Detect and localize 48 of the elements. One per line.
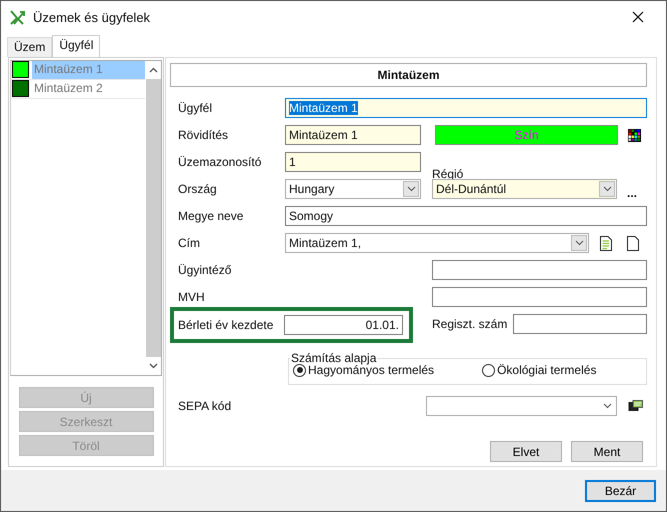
reg-number-field[interactable] bbox=[513, 314, 648, 334]
radio-button[interactable] bbox=[293, 364, 306, 376]
mvh-field[interactable] bbox=[432, 287, 647, 307]
region-dropdown[interactable]: Dél-Dunántúl bbox=[432, 179, 617, 199]
address-dropdown[interactable]: Mintaüzem 1, bbox=[285, 233, 589, 253]
field-label: Ügyfél bbox=[178, 101, 214, 115]
plant-id-field[interactable]: 1 bbox=[285, 152, 421, 172]
client-field[interactable]: Mintaüzem 1 bbox=[285, 98, 647, 118]
document-icon[interactable] bbox=[600, 236, 612, 250]
radio-label[interactable]: Hagyományos termelés bbox=[308, 363, 434, 377]
radio-label[interactable]: Ökológiai termelés bbox=[497, 363, 596, 377]
field-label: Cím bbox=[178, 236, 201, 250]
field-label: Bérleti év kezdete bbox=[178, 318, 274, 332]
more-button[interactable]: ... bbox=[627, 187, 638, 199]
list-item[interactable]: Mintaüzem 2 bbox=[32, 80, 145, 98]
field-label: Rövidítés bbox=[178, 128, 230, 142]
field-label: MVH bbox=[178, 290, 206, 304]
country-dropdown[interactable]: Hungary bbox=[285, 179, 421, 199]
field-label: Regiszt. szám bbox=[432, 317, 508, 331]
close-icon[interactable] bbox=[632, 11, 644, 23]
window-title: Üzemek és ügyfelek bbox=[33, 10, 152, 24]
tab[interactable]: Ügyfél bbox=[52, 35, 100, 57]
county-field[interactable]: Somogy bbox=[285, 206, 647, 226]
color-grid-icon[interactable] bbox=[628, 128, 641, 142]
scroll-up-icon[interactable] bbox=[148, 67, 158, 73]
field-label: Ügyintéző bbox=[178, 263, 232, 277]
action-button[interactable]: Ment bbox=[571, 441, 643, 462]
tab[interactable]: Üzem bbox=[7, 37, 52, 57]
lease-start-field[interactable]: 01.01. bbox=[284, 314, 403, 334]
radio-button[interactable] bbox=[482, 364, 496, 376]
action-button[interactable]: Elvet bbox=[490, 441, 562, 462]
scroll-down-icon[interactable] bbox=[148, 363, 158, 369]
group-title: Számítás alapja bbox=[290, 351, 378, 365]
field-label: Ország bbox=[178, 182, 218, 196]
chevron-down-icon[interactable] bbox=[406, 186, 416, 192]
field-label: SEPA kód bbox=[178, 399, 232, 413]
field-label: Megye neve bbox=[178, 209, 244, 223]
close-button[interactable]: Bezár bbox=[585, 480, 656, 502]
administrator-field[interactable] bbox=[432, 260, 647, 280]
chevron-down-icon[interactable] bbox=[602, 186, 612, 192]
form-header: Mintaüzem bbox=[170, 63, 647, 87]
card-icon[interactable] bbox=[628, 400, 643, 412]
chevron-down-icon[interactable] bbox=[574, 240, 584, 246]
app-icon bbox=[9, 9, 27, 25]
chevron-down-icon[interactable] bbox=[602, 403, 612, 409]
short-name-field[interactable]: Mintaüzem 1 bbox=[285, 125, 421, 145]
field-label: Üzemazonosító bbox=[178, 155, 262, 169]
blank-page-icon[interactable] bbox=[627, 236, 639, 250]
